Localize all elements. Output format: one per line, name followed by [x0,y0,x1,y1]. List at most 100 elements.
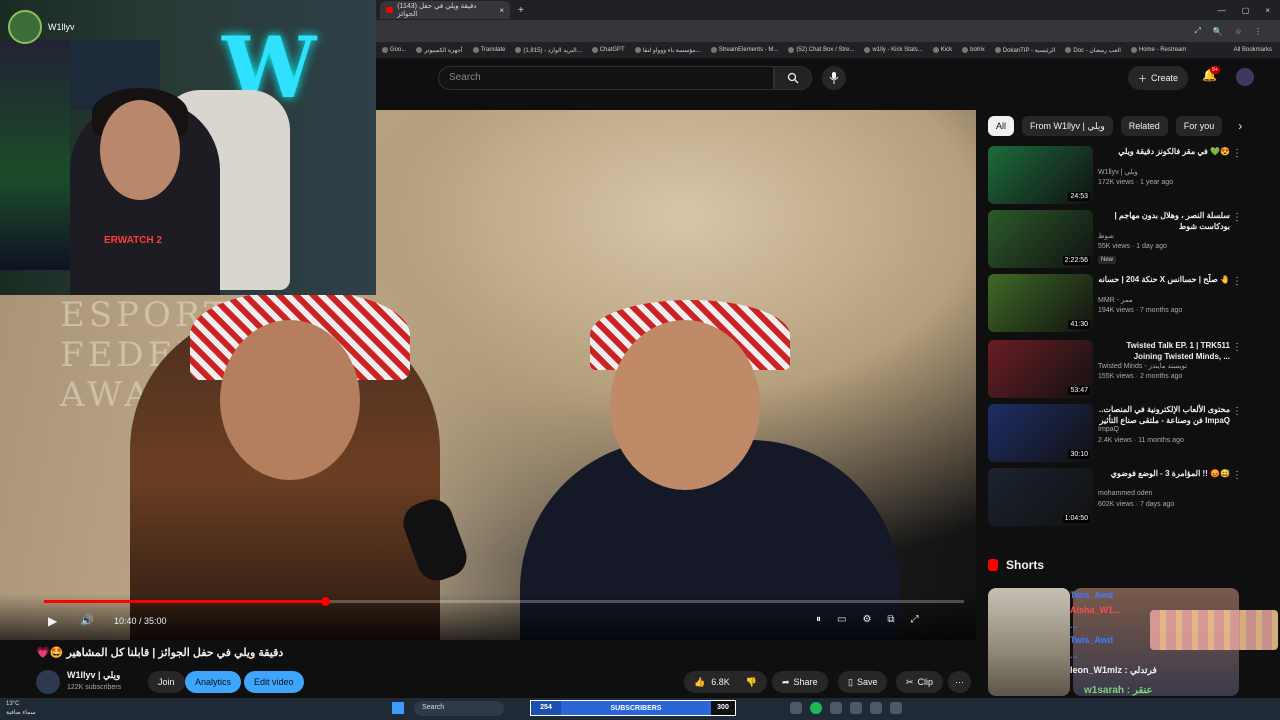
maximize-button[interactable]: ▢ [1242,6,1250,15]
more-options-icon[interactable]: ⋮ [1232,406,1242,417]
like-count[interactable]: 6.8K [711,677,730,687]
chip-related[interactable]: Related [1120,116,1168,136]
bookmark-favicon-icon [416,47,423,53]
spotify-icon[interactable] [810,702,822,714]
channel-name[interactable]: شوط [1098,232,1114,240]
more-options-icon[interactable]: ⋮ [1232,148,1242,159]
browser-menu-icon[interactable]: ⋮ [1254,27,1262,36]
more-options-icon[interactable]: ⋮ [1232,276,1242,287]
recommended-video[interactable]: 24:53 في مقر فالكونز دقيقة ويلي 💚😍 W1llyv … [988,146,1248,206]
weather-widget[interactable]: 13°C سماء صافية [6,700,36,718]
video-thumbnail[interactable]: 1:04:50 [988,468,1093,526]
fullscreen-icon[interactable]: ⤢ [911,614,919,625]
voice-search-button[interactable] [822,66,846,90]
video-thumbnail[interactable]: 24:53 [988,146,1093,204]
more-options-icon[interactable]: ⋮ [1232,342,1242,353]
recommended-video[interactable]: 41:30 حنكة 204 | حسانه X صلّح | حساانس 🤚 M… [988,274,1248,334]
video-title[interactable]: في مقر فالكونز دقيقة ويلي 💚😍 [1098,146,1230,157]
clip-button[interactable]: ✂ Clip [896,671,944,693]
search-button[interactable] [774,66,812,90]
bookmark-item[interactable]: ChatGPT [591,47,625,53]
channel-name[interactable]: mohammed oden [1098,490,1152,497]
join-button[interactable]: Join [148,671,185,693]
more-options-icon[interactable]: ⋮ [1232,470,1242,481]
chip-from-channel[interactable]: From W1llyv | ويلي [1022,116,1113,136]
bookmark-item[interactable]: Kick [932,47,952,53]
short-thumbnail[interactable] [988,588,1070,696]
channel-name[interactable]: ImpaQ [1098,426,1119,433]
video-thumbnail[interactable]: 30:10 [988,404,1093,462]
bookmark-item[interactable]: (52) Chat Box / Stre... [788,47,854,53]
bookmark-item[interactable]: Translate [472,47,505,53]
shorts-header: Shorts [988,558,1044,572]
bookmark-star-icon[interactable]: ☆ [1235,27,1242,36]
bookmark-item[interactable]: StreamElements - M... [710,47,778,53]
bookmark-item[interactable]: مؤسسة باء ووواو لتقا... [634,47,701,54]
taskbar-search[interactable]: Search [414,701,504,716]
app-icon[interactable] [890,702,902,714]
save-button[interactable]: ▯ Save [838,671,888,693]
chevron-right-icon[interactable]: › [1238,119,1242,133]
app-icon[interactable] [830,702,842,714]
minimize-button[interactable]: — [1218,6,1226,15]
windows-start-icon[interactable] [392,702,404,714]
channel-name[interactable]: W1llyv | ويلي [67,670,120,681]
analytics-button[interactable]: Analytics [185,671,242,693]
more-options-icon[interactable]: ⋮ [1232,212,1242,223]
progress-bar[interactable] [44,597,964,606]
recommended-video[interactable]: 1:04:50 المؤامرة 3 - الوضع فوضوي !! 😡😅 moh… [988,468,1248,528]
settings-gear-icon[interactable]: ⚙ [862,614,871,625]
channel-avatar[interactable] [36,670,60,694]
like-icon[interactable]: 👍 [694,677,705,688]
volume-icon[interactable]: 🔊 [80,614,94,627]
zoom-icon[interactable]: 🔍 [1213,27,1223,36]
video-thumbnail[interactable]: 53:47 [988,340,1093,398]
edit-video-button[interactable]: Edit video [244,671,304,693]
recommended-video[interactable]: 2:22:56 سلسلة النصر ، وهلال بدون مهاجم | … [988,210,1248,270]
bookmark-item[interactable]: w1lly - Kick Stats... [864,47,923,53]
recommended-video[interactable]: 30:10 محتوى الألعاب الإلكترونية في المنصا… [988,404,1248,464]
bookmark-label: Home - Restream [1138,47,1187,53]
account-avatar[interactable] [1236,68,1254,86]
channel-name[interactable]: Twisted Minds - تويستد مايندز [1098,362,1187,370]
play-icon[interactable]: ▶ [48,614,57,628]
close-window-button[interactable]: × [1265,6,1270,15]
video-title[interactable]: Twisted Talk EP. 1 | TRK511 Joining Twis… [1098,340,1230,362]
dislike-icon[interactable]: 👎 [746,677,757,688]
bookmark-item[interactable]: البريد الوارد - (1,815)... [515,47,582,54]
new-tab-button[interactable]: + [518,5,524,16]
tab-close-icon[interactable]: × [499,6,504,15]
app-icon[interactable] [850,702,862,714]
chip-for-you[interactable]: For you [1175,116,1223,136]
bookmark-item[interactable]: Doc - العب رمضان [1065,47,1121,54]
bookmark-item[interactable]: أجهزة الكمبيوتر [416,47,463,54]
browser-tab[interactable]: (1143) دقيقة ويلي في حفل الجوائز × [380,1,510,19]
miniplayer-icon[interactable]: ⧉ [887,614,894,625]
bookmark-item[interactable]: DokanTIP - الرئيسية [994,47,1055,54]
app-icon[interactable] [870,702,882,714]
video-title[interactable]: سلسلة النصر ، وهلال بدون مهاجم | بودكاست… [1098,210,1230,232]
bookmark-item[interactable]: Goo... [382,47,406,53]
video-title[interactable]: محتوى الألعاب الإلكترونية في المنصات.. ف… [1098,404,1230,426]
scrubber-handle[interactable] [320,597,330,606]
app-icon[interactable] [790,702,802,714]
bookmark-item[interactable]: botrix [962,47,985,53]
share-button[interactable]: ➦ Share [772,671,828,693]
recommended-video[interactable]: 53:47 Twisted Talk EP. 1 | TRK511 Joining… [988,340,1248,400]
youtube-header: Search ＋ Create 🔔 9+ [376,58,1280,98]
create-button[interactable]: ＋ Create [1128,66,1189,90]
video-title[interactable]: حنكة 204 | حسانه X صلّح | حساانس 🤚 [1098,274,1230,285]
bookmark-item[interactable]: Home - Restream [1130,47,1187,53]
channel-name[interactable]: MMR - ممر [1098,296,1133,304]
install-icon[interactable]: ⤢ [1194,26,1200,36]
video-thumbnail[interactable]: 2:22:56 [988,210,1093,268]
search-input[interactable]: Search [438,66,774,90]
captions-icon[interactable]: ▭ [837,614,846,625]
chip-all[interactable]: All [988,116,1015,136]
autoplay-toggle-icon[interactable]: ⏸ [816,614,821,625]
video-title[interactable]: المؤامرة 3 - الوضع فوضوي !! 😡😅 [1098,468,1230,479]
channel-name[interactable]: W1llyv | ويلي [1098,168,1138,176]
all-bookmarks[interactable]: All Bookmarks [1234,47,1280,53]
video-thumbnail[interactable]: 41:30 [988,274,1093,332]
more-actions-button[interactable]: ⋯ [948,671,971,693]
